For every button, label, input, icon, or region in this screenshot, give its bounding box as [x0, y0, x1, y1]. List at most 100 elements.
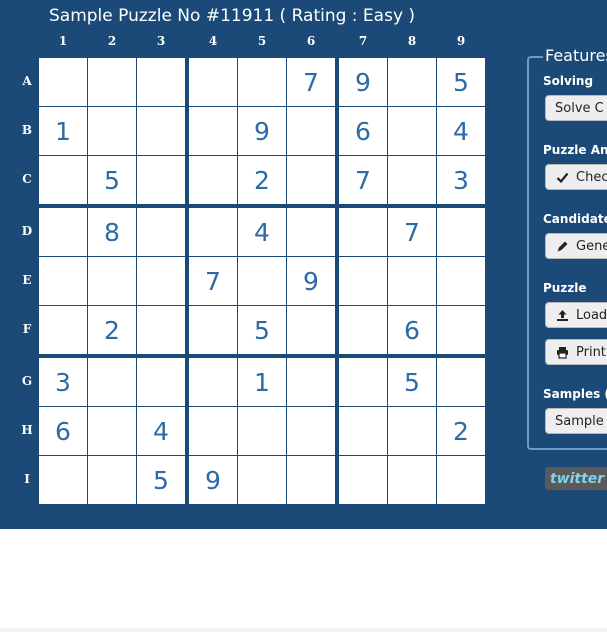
- cell-I4[interactable]: 9: [189, 456, 237, 504]
- cell-I3[interactable]: 5: [137, 456, 185, 504]
- cell-H8[interactable]: [388, 407, 436, 455]
- cell-I9[interactable]: [437, 456, 485, 504]
- cell-H7[interactable]: [339, 407, 387, 455]
- cell-A8[interactable]: [388, 58, 436, 106]
- cell-C5[interactable]: 2: [238, 156, 286, 204]
- cell-C2[interactable]: 5: [88, 156, 136, 204]
- solve-button[interactable]: Solve C: [545, 95, 607, 121]
- cell-H3[interactable]: 4: [137, 407, 185, 455]
- cell-H9[interactable]: 2: [437, 407, 485, 455]
- cell-A9[interactable]: 5: [437, 58, 485, 106]
- cell-B8[interactable]: [388, 107, 436, 155]
- cell-C8[interactable]: [388, 156, 436, 204]
- cell-A3[interactable]: [137, 58, 185, 106]
- cell-F3[interactable]: [137, 306, 185, 354]
- cell-G4[interactable]: [189, 358, 237, 406]
- cell-F6[interactable]: [287, 306, 335, 354]
- row-label-D: D: [21, 224, 33, 238]
- cell-E4[interactable]: 7: [189, 257, 237, 305]
- cell-E2[interactable]: [88, 257, 136, 305]
- cell-H1[interactable]: 6: [39, 407, 87, 455]
- row-label-G: G: [21, 374, 33, 388]
- cell-B9[interactable]: 4: [437, 107, 485, 155]
- cell-C9[interactable]: 3: [437, 156, 485, 204]
- cell-H6[interactable]: [287, 407, 335, 455]
- cell-D2[interactable]: 8: [88, 208, 136, 256]
- cell-D5[interactable]: 4: [238, 208, 286, 256]
- cell-F1[interactable]: [39, 306, 87, 354]
- cell-B6[interactable]: [287, 107, 335, 155]
- cell-G1[interactable]: 3: [39, 358, 87, 406]
- cell-G5[interactable]: 1: [238, 358, 286, 406]
- cell-A2[interactable]: [88, 58, 136, 106]
- cell-H2[interactable]: [88, 407, 136, 455]
- column-label-1: 1: [58, 34, 68, 48]
- cell-B7[interactable]: 6: [339, 107, 387, 155]
- cell-H5[interactable]: [238, 407, 286, 455]
- cell-G2[interactable]: [88, 358, 136, 406]
- check-button[interactable]: Chec: [545, 164, 607, 190]
- cell-G3[interactable]: [137, 358, 185, 406]
- samples-button[interactable]: Sample: [545, 408, 607, 434]
- column-label-2: 2: [107, 34, 117, 48]
- column-label-9: 9: [456, 34, 466, 48]
- cell-B2[interactable]: [88, 107, 136, 155]
- cell-G8[interactable]: 5: [388, 358, 436, 406]
- row-label-H: H: [21, 423, 33, 437]
- twitter-share-button[interactable]: twitter: [545, 467, 607, 490]
- generate-candidates-button[interactable]: Gene: [545, 233, 607, 259]
- cell-A4[interactable]: [189, 58, 237, 106]
- cell-E7[interactable]: [339, 257, 387, 305]
- cell-D8[interactable]: 7: [388, 208, 436, 256]
- cell-C1[interactable]: [39, 156, 87, 204]
- cell-A7[interactable]: 9: [339, 58, 387, 106]
- cell-F8[interactable]: 6: [388, 306, 436, 354]
- cell-E6[interactable]: 9: [287, 257, 335, 305]
- row-label-B: B: [21, 123, 33, 137]
- cell-I1[interactable]: [39, 456, 87, 504]
- cell-H4[interactable]: [189, 407, 237, 455]
- cell-I8[interactable]: [388, 456, 436, 504]
- cell-E1[interactable]: [39, 257, 87, 305]
- cell-C3[interactable]: [137, 156, 185, 204]
- cell-D6[interactable]: [287, 208, 335, 256]
- cell-B5[interactable]: 9: [238, 107, 286, 155]
- cell-G9[interactable]: [437, 358, 485, 406]
- cell-A5[interactable]: [238, 58, 286, 106]
- cell-E8[interactable]: [388, 257, 436, 305]
- cell-I2[interactable]: [88, 456, 136, 504]
- cell-F7[interactable]: [339, 306, 387, 354]
- cell-D9[interactable]: [437, 208, 485, 256]
- cell-E9[interactable]: [437, 257, 485, 305]
- cell-I6[interactable]: [287, 456, 335, 504]
- cell-D7[interactable]: [339, 208, 387, 256]
- cell-B1[interactable]: 1: [39, 107, 87, 155]
- cell-C7[interactable]: 7: [339, 156, 387, 204]
- cell-F4[interactable]: [189, 306, 237, 354]
- cell-I5[interactable]: [238, 456, 286, 504]
- column-label-7: 7: [358, 34, 368, 48]
- cell-D3[interactable]: [137, 208, 185, 256]
- cell-A6[interactable]: 7: [287, 58, 335, 106]
- page-bottom-border: [0, 628, 607, 632]
- cell-D1[interactable]: [39, 208, 87, 256]
- cell-G6[interactable]: [287, 358, 335, 406]
- cell-F9[interactable]: [437, 306, 485, 354]
- cell-A1[interactable]: [39, 58, 87, 106]
- cell-E5[interactable]: [238, 257, 286, 305]
- cell-F2[interactable]: 2: [88, 306, 136, 354]
- cell-C6[interactable]: [287, 156, 335, 204]
- cell-I7[interactable]: [339, 456, 387, 504]
- column-label-5: 5: [257, 34, 267, 48]
- cell-B3[interactable]: [137, 107, 185, 155]
- cell-B4[interactable]: [189, 107, 237, 155]
- print-button[interactable]: Print: [545, 339, 607, 365]
- column-label-6: 6: [306, 34, 316, 48]
- cell-F5[interactable]: 5: [238, 306, 286, 354]
- cell-D4[interactable]: [189, 208, 237, 256]
- cell-E3[interactable]: [137, 257, 185, 305]
- cell-G7[interactable]: [339, 358, 387, 406]
- load-button[interactable]: Load: [545, 302, 607, 328]
- column-label-4: 4: [208, 34, 218, 48]
- cell-C4[interactable]: [189, 156, 237, 204]
